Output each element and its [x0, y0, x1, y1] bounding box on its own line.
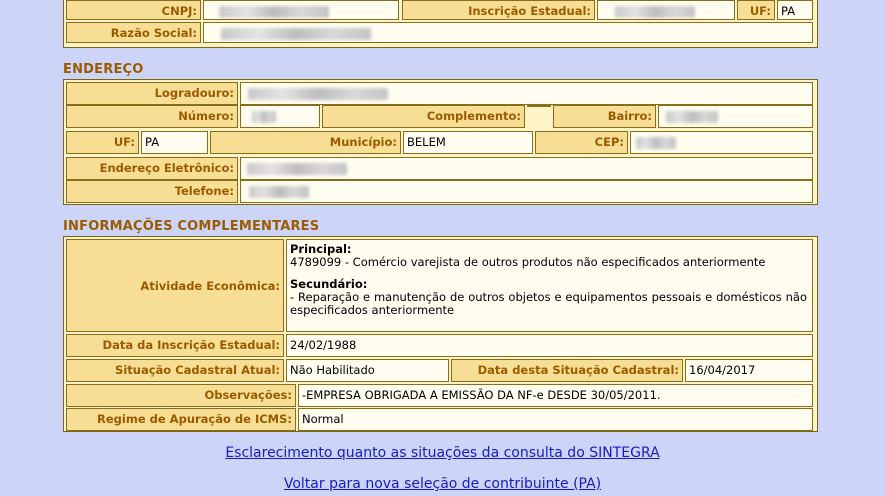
numero-value — [240, 105, 320, 128]
redacted-cnpj — [219, 5, 329, 18]
email-value — [240, 157, 813, 180]
redacted-telefone — [249, 185, 309, 198]
regime-value: Normal — [298, 408, 813, 431]
logradouro-value — [240, 82, 813, 105]
regime-label: Regime de Apuração de ICMS: — [66, 408, 296, 431]
municipio-value: BELEM — [403, 131, 533, 154]
bairro-value — [658, 105, 813, 128]
data-ie-value: 24/02/1988 — [286, 334, 813, 357]
bairro-label: Bairro: — [553, 105, 656, 128]
cep-value — [630, 131, 813, 154]
esclarecimento-link[interactable]: Esclarecimento quanto as situações da co… — [0, 445, 885, 461]
uf-value: PA — [777, 0, 813, 20]
redacted-logradouro — [248, 87, 388, 100]
telefone-label: Telefone: — [66, 180, 238, 203]
atividade-value: Principal: 4789099 - Comércio varejista … — [286, 239, 813, 332]
voltar-link[interactable]: Voltar para nova seleção de contribuinte… — [0, 476, 885, 492]
situacao-label: Situação Cadastral Atual: — [66, 359, 284, 382]
razao-social-label: Razão Social: — [66, 22, 201, 43]
complemento-label: Complemento: — [322, 105, 525, 128]
situacao-value: Não Habilitado — [286, 359, 449, 382]
municipio-label: Município: — [210, 131, 401, 154]
razao-social-value — [203, 22, 813, 43]
redacted-email — [247, 162, 347, 175]
telefone-value — [240, 180, 813, 203]
data-situacao-value: 16/04/2017 — [685, 359, 813, 382]
logradouro-label: Logradouro: — [66, 82, 238, 105]
uf-value-endereco: PA — [141, 131, 208, 154]
data-ie-label: Data da Inscrição Estadual: — [66, 334, 284, 357]
cep-label: CEP: — [535, 131, 628, 154]
endereco-title: ENDEREÇO — [63, 62, 144, 77]
observacoes-label: Observações: — [66, 384, 296, 407]
cnpj-value — [203, 0, 399, 20]
numero-label: Número: — [66, 105, 238, 128]
info-title: INFORMAÇÕES COMPLEMENTARES — [63, 219, 320, 234]
uf-label: UF: — [737, 0, 775, 20]
principal-value: 4789099 - Comércio varejista de outros p… — [290, 255, 766, 269]
data-situacao-label: Data desta Situação Cadastral: — [451, 359, 683, 382]
observacoes-value: -EMPRESA OBRIGADA A EMISSÃO DA NF-e DESD… — [298, 384, 813, 407]
redacted-cep — [636, 136, 676, 149]
uf-label-endereco: UF: — [66, 131, 139, 154]
secundario-value: - Reparação e manutenção de outros objet… — [290, 290, 807, 317]
cnpj-label: CNPJ: — [66, 0, 201, 20]
complemento-value — [527, 105, 551, 107]
redacted-numero — [252, 110, 276, 123]
atividade-label: Atividade Econômica: — [66, 239, 284, 332]
redacted-bairro — [666, 110, 718, 123]
email-label: Endereço Eletrônico: — [66, 157, 238, 180]
redacted-ie — [615, 5, 695, 18]
redacted-razao-social — [221, 27, 371, 40]
ie-value — [597, 0, 735, 20]
ie-label: Inscrição Estadual: — [402, 0, 595, 20]
